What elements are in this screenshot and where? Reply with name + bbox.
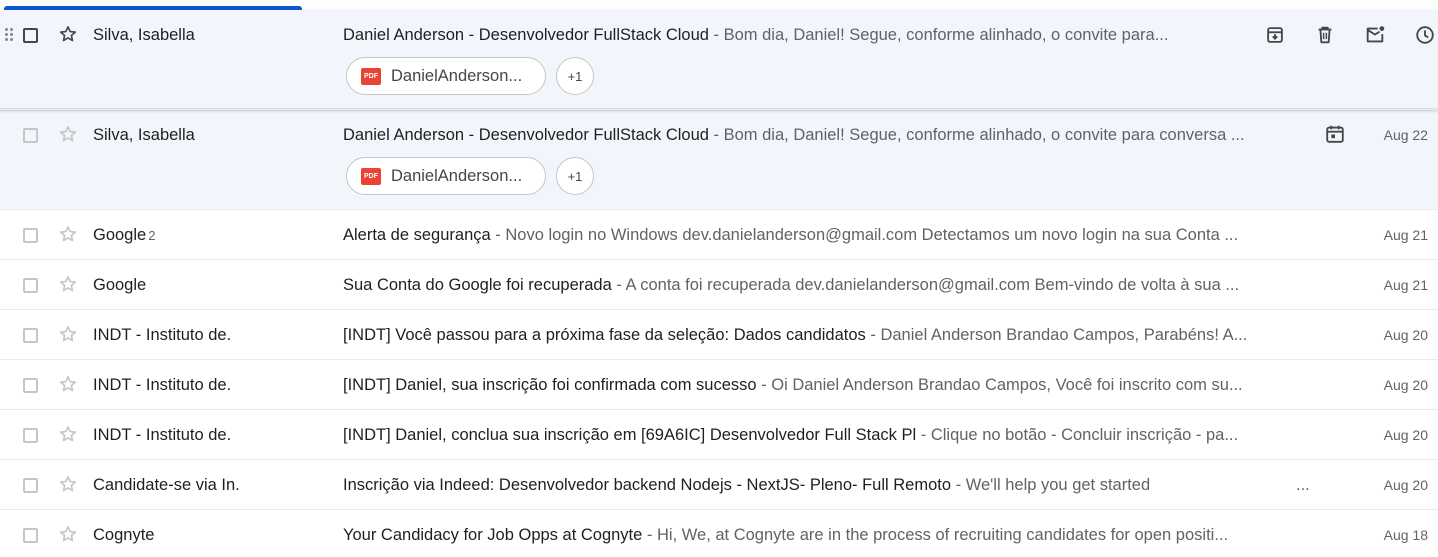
email-date: Aug 18	[1383, 527, 1428, 543]
email-snippet: - Hi, We, at Cognyte are in the process …	[642, 526, 1229, 544]
select-checkbox[interactable]	[23, 378, 38, 393]
select-checkbox[interactable]	[23, 528, 38, 543]
hover-actions	[1250, 22, 1438, 48]
email-snippet: - Oi Daniel Anderson Brandao Campos, Voc…	[756, 376, 1243, 394]
email-date: Aug 20	[1383, 327, 1428, 343]
select-checkbox[interactable]	[23, 328, 38, 343]
email-preview: Sua Conta do Google foi recuperada - A c…	[343, 276, 1308, 295]
attachment-name: DanielAnderson...	[391, 166, 523, 185]
email-preview: Daniel Anderson - Desenvolvedor FullStac…	[343, 26, 1233, 45]
more-attachments-chip[interactable]: +1	[556, 157, 594, 195]
email-snippet: - Novo login no Windows dev.danielanders…	[490, 226, 1239, 244]
email-subject: Alerta de segurança	[343, 226, 491, 244]
email-subject: [INDT] Você passou para a próxima fase d…	[343, 326, 866, 344]
email-preview: [INDT] Daniel, conclua sua inscrição em …	[343, 426, 1308, 445]
sender-name: Google 2	[93, 226, 156, 244]
email-preview: [INDT] Daniel, sua inscrição foi confirm…	[343, 376, 1308, 395]
email-snippet: - Clique no botão - Concluir inscrição -…	[916, 426, 1239, 444]
snippet-ellipsis: ...	[1296, 476, 1310, 494]
sender-name: Candidate-se via In.	[93, 476, 240, 494]
select-checkbox[interactable]	[23, 228, 38, 243]
select-checkbox[interactable]	[23, 28, 38, 43]
email-preview: Your Candidacy for Job Opps at Cognyte -…	[343, 526, 1308, 545]
email-row[interactable]: INDT - Instituto de. [INDT] Daniel, conc…	[0, 410, 1438, 460]
select-checkbox[interactable]	[23, 128, 38, 143]
email-snippet: - Bom dia, Daniel! Segue, conforme alinh…	[708, 26, 1169, 44]
sender-name: Silva, Isabella	[93, 126, 195, 144]
mark-unread-icon[interactable]	[1350, 22, 1400, 48]
email-row[interactable]: Cognyte Your Candidacy for Job Opps at C…	[0, 510, 1438, 557]
email-subject: Daniel Anderson - Desenvolvedor FullStac…	[343, 126, 709, 144]
archive-icon[interactable]	[1250, 22, 1300, 48]
email-subject: Inscrição via Indeed: Desenvolvedor back…	[343, 476, 952, 494]
email-snippet: - Daniel Anderson Brandao Campos, Parabé…	[865, 326, 1248, 344]
star-icon[interactable]	[58, 474, 78, 494]
attachment-name: DanielAnderson...	[391, 66, 523, 85]
star-icon[interactable]	[58, 24, 78, 44]
email-row[interactable]: INDT - Instituto de. [INDT] Daniel, sua …	[0, 360, 1438, 410]
attachment-chip[interactable]: PDF DanielAnderson...	[346, 157, 546, 195]
select-checkbox[interactable]	[23, 278, 38, 293]
sender-name: Cognyte	[93, 526, 155, 544]
email-date: Aug 21	[1383, 227, 1428, 243]
email-date: Aug 22	[1383, 127, 1428, 143]
star-icon[interactable]	[58, 524, 78, 544]
email-row[interactable]: INDT - Instituto de. [INDT] Você passou …	[0, 310, 1438, 360]
email-subject: [INDT] Daniel, conclua sua inscrição em …	[343, 426, 917, 444]
email-preview: [INDT] Você passou para a próxima fase d…	[343, 326, 1308, 345]
attachment-chips: PDF DanielAnderson... +1	[346, 157, 594, 195]
attachment-chip[interactable]: PDF DanielAnderson...	[346, 57, 546, 95]
email-snippet: - A conta foi recuperada dev.danielander…	[611, 276, 1240, 294]
star-icon[interactable]	[58, 374, 78, 394]
star-icon[interactable]	[58, 274, 78, 294]
sender-name: INDT - Instituto de.	[93, 376, 232, 394]
star-icon[interactable]	[58, 424, 78, 444]
email-list: Silva, Isabella Daniel Anderson - Desenv…	[0, 10, 1438, 557]
pdf-icon: PDF	[361, 67, 381, 85]
email-preview: Alerta de segurança - Novo login no Wind…	[343, 226, 1308, 245]
snooze-icon[interactable]	[1400, 22, 1438, 48]
email-row[interactable]: Silva, Isabella Daniel Anderson - Desenv…	[0, 10, 1438, 110]
email-row[interactable]: Google Sua Conta do Google foi recuperad…	[0, 260, 1438, 310]
sender-name: Silva, Isabella	[93, 26, 195, 44]
star-icon[interactable]	[58, 124, 78, 144]
email-subject: [INDT] Daniel, sua inscrição foi confirm…	[343, 376, 757, 394]
email-date: Aug 20	[1383, 427, 1428, 443]
drag-handle-icon[interactable]	[5, 27, 15, 43]
calendar-event-icon[interactable]	[1324, 123, 1346, 145]
email-date: Aug 21	[1383, 277, 1428, 293]
email-preview: Daniel Anderson - Desenvolvedor FullStac…	[343, 126, 1310, 145]
email-row[interactable]: Silva, Isabella Daniel Anderson - Desenv…	[0, 110, 1438, 210]
sender-name: INDT - Instituto de.	[93, 426, 232, 444]
star-icon[interactable]	[58, 324, 78, 344]
delete-icon[interactable]	[1300, 22, 1350, 48]
pdf-icon: PDF	[361, 167, 381, 185]
attachment-chips: PDF DanielAnderson... +1	[346, 57, 594, 95]
email-preview: Inscrição via Indeed: Desenvolvedor back…	[343, 476, 1308, 495]
thread-count: 2	[148, 228, 156, 243]
email-subject: Sua Conta do Google foi recuperada	[343, 276, 612, 294]
more-attachments-chip[interactable]: +1	[556, 57, 594, 95]
select-checkbox[interactable]	[23, 428, 38, 443]
star-icon[interactable]	[58, 224, 78, 244]
sender-name: Google	[93, 276, 147, 294]
email-row[interactable]: Candidate-se via In. Inscrição via Indee…	[0, 460, 1438, 510]
email-subject: Your Candidacy for Job Opps at Cognyte	[343, 526, 643, 544]
email-snippet: - Bom dia, Daniel! Segue, conforme alinh…	[708, 126, 1245, 144]
email-date: Aug 20	[1383, 477, 1428, 493]
email-subject: Daniel Anderson - Desenvolvedor FullStac…	[343, 26, 709, 44]
sender-name: INDT - Instituto de.	[93, 326, 232, 344]
select-checkbox[interactable]	[23, 478, 38, 493]
email-snippet: - We'll help you get started	[951, 476, 1151, 494]
email-row[interactable]: Google 2 Alerta de segurança - Novo login…	[0, 210, 1438, 260]
email-date: Aug 20	[1383, 377, 1428, 393]
